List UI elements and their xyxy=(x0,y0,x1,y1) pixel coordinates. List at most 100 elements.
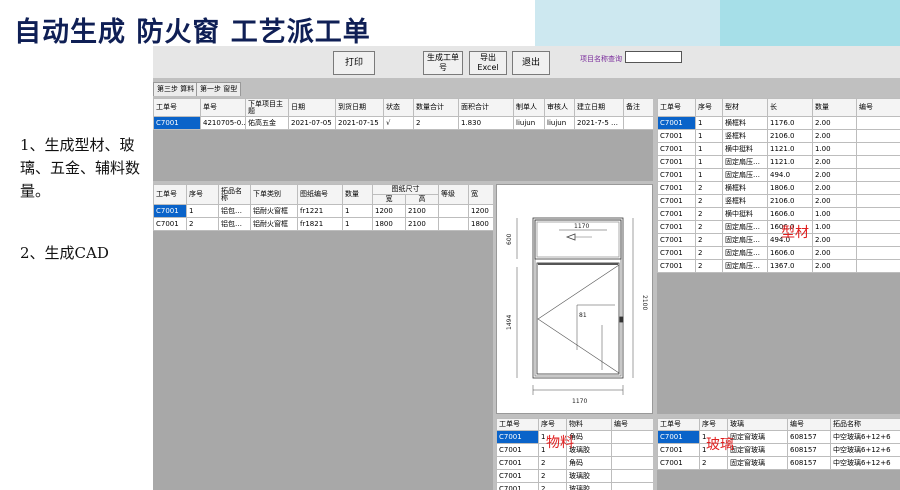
cell[interactable]: 角码 xyxy=(566,456,612,470)
table-row[interactable]: C7001 1 玻璃胶 xyxy=(496,443,653,457)
cell[interactable]: C7001 xyxy=(496,456,539,470)
cell[interactable]: 1606.0 xyxy=(767,207,813,221)
cell[interactable]: 佑高五金 xyxy=(245,116,289,130)
cell[interactable] xyxy=(856,129,900,143)
cell[interactable]: 2 xyxy=(699,456,728,470)
exit-button[interactable]: 退出 xyxy=(512,51,550,75)
cell[interactable]: C7001 xyxy=(657,456,700,470)
cell[interactable]: 固定扇压… xyxy=(722,168,768,182)
cell[interactable] xyxy=(438,204,469,218)
cell[interactable] xyxy=(856,116,900,130)
cell[interactable]: C7001 xyxy=(657,168,696,182)
table-row[interactable]: C7001 2 角码 xyxy=(496,456,653,470)
tab-step1-window[interactable]: 第一步 窗型 xyxy=(196,82,242,96)
cell[interactable]: 横中挺料 xyxy=(722,142,768,156)
cell[interactable] xyxy=(611,482,653,490)
cell[interactable]: 494.0 xyxy=(767,168,813,182)
cell[interactable]: 1176.0 xyxy=(767,116,813,130)
cell[interactable]: 608157 xyxy=(787,456,831,470)
cell[interactable]: 铝耐火窗框 xyxy=(250,217,298,231)
cell[interactable] xyxy=(856,155,900,169)
table-row[interactable]: C7001 1 铝包… 铝耐火窗框 fr1221 1 1200 2100 120… xyxy=(153,204,493,218)
cell[interactable] xyxy=(623,116,653,130)
table-row[interactable]: C7001 4210705-0… 佑高五金 2021-07-05 2021-07… xyxy=(153,116,653,130)
cell[interactable] xyxy=(856,142,900,156)
cell[interactable]: C7001 xyxy=(657,430,700,444)
cell[interactable]: 铝包… xyxy=(218,217,251,231)
cell[interactable]: 1 xyxy=(695,155,723,169)
cell[interactable]: C7001 xyxy=(657,220,696,234)
table-row[interactable]: C7001 1 固定窗玻璃 608157 中空玻璃6+12+6 xyxy=(657,443,900,457)
cell[interactable]: 中空玻璃6+12+6 xyxy=(830,456,900,470)
cell[interactable] xyxy=(856,181,900,195)
cell[interactable]: C7001 xyxy=(496,430,539,444)
cell[interactable]: 1 xyxy=(695,116,723,130)
cell[interactable]: 1800 xyxy=(372,217,406,231)
table-row[interactable]: C7001 2 铝包… 铝耐火窗框 fr1821 1 1800 2100 180… xyxy=(153,217,493,231)
cell[interactable]: 2 xyxy=(695,220,723,234)
table-row[interactable]: C7001 2 玻璃胶 xyxy=(496,469,653,483)
cell[interactable]: fr1821 xyxy=(297,217,343,231)
table-row[interactable]: C7001 1 横中挺料 1121.0 1.00 xyxy=(657,142,900,156)
cell[interactable]: 2021-07-05 xyxy=(288,116,336,130)
export-excel-button[interactable]: 导出Excel xyxy=(469,51,507,75)
cell[interactable]: C7001 xyxy=(657,443,700,457)
table-row[interactable]: C7001 1 固定扇压… 1121.0 2.00 xyxy=(657,155,900,169)
cell[interactable]: 玻璃胶 xyxy=(566,482,612,490)
cell[interactable]: 2 xyxy=(695,246,723,260)
cell[interactable]: C7001 xyxy=(657,233,696,247)
cell[interactable]: 1121.0 xyxy=(767,155,813,169)
cell[interactable]: 1800 xyxy=(468,217,493,231)
cell[interactable]: 2 xyxy=(695,233,723,247)
cell[interactable]: 2 xyxy=(538,469,567,483)
cell[interactable]: 竖框料 xyxy=(722,129,768,143)
cell[interactable] xyxy=(856,168,900,182)
cell[interactable]: 2 xyxy=(538,456,567,470)
cell[interactable]: 铝耐火窗框 xyxy=(250,204,298,218)
cell[interactable]: 1806.0 xyxy=(767,181,813,195)
cell[interactable]: 2.00 xyxy=(812,233,857,247)
cell[interactable]: 1 xyxy=(695,142,723,156)
cell[interactable] xyxy=(856,246,900,260)
cell[interactable]: 铝包… xyxy=(218,204,251,218)
cell[interactable]: 1 xyxy=(695,129,723,143)
cell[interactable]: 1200 xyxy=(468,204,493,218)
cell[interactable]: 2.00 xyxy=(812,129,857,143)
cell[interactable]: C7001 xyxy=(657,142,696,156)
cell[interactable]: 固定扇压… xyxy=(722,233,768,247)
cell[interactable]: 中空玻璃6+12+6 xyxy=(830,430,900,444)
cell[interactable]: 1121.0 xyxy=(767,142,813,156)
cell[interactable]: 1200 xyxy=(372,204,406,218)
cell[interactable]: C7001 xyxy=(657,194,696,208)
cell[interactable]: 2021-7-5 … xyxy=(574,116,624,130)
table-row[interactable]: C7001 1 横框料 1176.0 2.00 xyxy=(657,116,900,130)
table-row[interactable]: C7001 1 固定窗玻璃 608157 中空玻璃6+12+6 xyxy=(657,430,900,444)
cell[interactable]: C7001 xyxy=(496,443,539,457)
cell[interactable]: C7001 xyxy=(496,469,539,483)
cell[interactable] xyxy=(856,220,900,234)
cell[interactable] xyxy=(611,430,653,444)
table-row[interactable]: C7001 2 固定窗玻璃 608157 中空玻璃6+12+6 xyxy=(657,456,900,470)
cell[interactable]: 2021-07-15 xyxy=(335,116,384,130)
cell[interactable]: 固定扇压… xyxy=(722,155,768,169)
table-row[interactable]: C7001 2 横框料 1806.0 2.00 xyxy=(657,181,900,195)
table-row[interactable]: C7001 2 固定扇压… 1606.0 2.00 xyxy=(657,246,900,260)
cell[interactable]: √ xyxy=(383,116,414,130)
cell[interactable]: 1367.0 xyxy=(767,259,813,273)
cell[interactable]: 竖框料 xyxy=(722,194,768,208)
cell[interactable] xyxy=(856,233,900,247)
cell[interactable]: 2.00 xyxy=(812,116,857,130)
cell[interactable]: 2.00 xyxy=(812,194,857,208)
cell[interactable]: C7001 xyxy=(153,204,187,218)
cell[interactable]: 1.00 xyxy=(812,207,857,221)
cell[interactable]: C7001 xyxy=(657,246,696,260)
cell[interactable]: 横中挺料 xyxy=(722,207,768,221)
cell[interactable]: 2106.0 xyxy=(767,194,813,208)
tab-step3-calc[interactable]: 第三步 算料 xyxy=(153,82,199,96)
cell[interactable]: 2 xyxy=(186,217,219,231)
cell[interactable]: 2.00 xyxy=(812,168,857,182)
cell[interactable]: C7001 xyxy=(657,207,696,221)
project-query-input[interactable] xyxy=(625,51,682,63)
cell[interactable] xyxy=(611,456,653,470)
cell[interactable]: 2.00 xyxy=(812,155,857,169)
